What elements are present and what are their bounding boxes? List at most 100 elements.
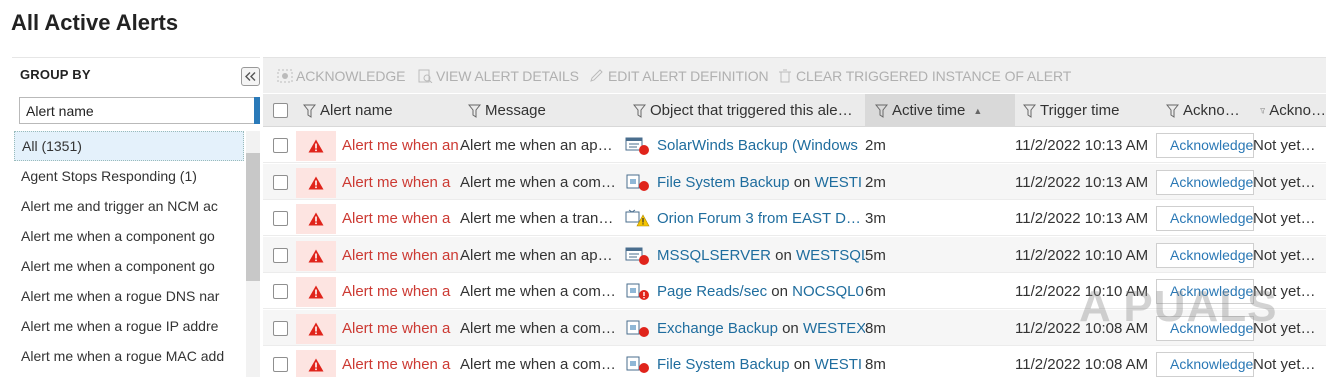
object-on-text: on	[777, 319, 803, 337]
filter-icon[interactable]	[468, 104, 481, 118]
acknowledge-button[interactable]: ACKNOWLEDGE	[277, 68, 405, 84]
alert-name-link[interactable]: Alert me when a	[342, 273, 460, 309]
groupby-item[interactable]: Alert me and trigger an NCM ac	[14, 191, 244, 221]
row-checkbox-cell[interactable]	[273, 346, 293, 377]
component-icon	[625, 173, 649, 191]
object-link[interactable]: Exchange Backup	[657, 320, 778, 337]
dropdown-arrow-icon[interactable]	[254, 97, 260, 124]
row-checkbox-cell[interactable]	[273, 164, 293, 200]
clear-triggered-instance-button[interactable]: CLEAR TRIGGERED INSTANCE OF ALERT	[777, 68, 1071, 84]
acknowledge-link[interactable]: Acknowledge	[1156, 206, 1254, 231]
column-active-time[interactable]: Active time ▲	[865, 94, 1015, 127]
triggering-object: File System Backup on WESTI	[625, 346, 865, 377]
view-alert-details-button[interactable]: VIEW ALERT DETAILS	[417, 68, 579, 84]
alert-name-link[interactable]: Alert me when a	[342, 346, 460, 377]
select-all-checkbox[interactable]	[273, 103, 288, 118]
active-time: 5m	[865, 246, 886, 264]
row-checkbox[interactable]	[273, 174, 288, 190]
filter-icon[interactable]	[1260, 104, 1266, 118]
table-row[interactable]: Alert me when a Alert me when a com… File …	[263, 164, 1326, 200]
active-time: 2m	[865, 173, 886, 191]
column-acknowledged-by[interactable]: Ackno…	[1260, 94, 1326, 127]
groupby-item[interactable]: Alert me when a component go	[14, 251, 244, 281]
filter-icon[interactable]	[303, 104, 316, 118]
acknowledge-link[interactable]: Acknowledge	[1156, 170, 1254, 195]
object-link[interactable]: Orion Forum 3 from EAST D…	[657, 210, 861, 227]
acknowledged-by: Not yet…	[1253, 355, 1316, 373]
row-checkbox-cell[interactable]	[273, 310, 293, 346]
groupby-item[interactable]: Alert me when a rogue IP addre	[14, 311, 244, 341]
alert-name-link[interactable]: Alert me when an	[342, 127, 460, 163]
warning-triangle-icon	[308, 139, 324, 153]
groupby-select[interactable]: Alert name	[19, 97, 260, 124]
row-checkbox[interactable]	[273, 210, 288, 226]
groupby-item[interactable]: Agent Stops Responding (1)	[14, 161, 244, 191]
edit-alert-definition-button[interactable]: EDIT ALERT DEFINITION	[589, 68, 769, 84]
collapse-panel-button[interactable]	[241, 67, 260, 86]
triggering-object: SolarWinds Backup (Windows	[625, 127, 865, 163]
node-link[interactable]: WESTSQL0	[796, 247, 865, 264]
filter-icon[interactable]	[875, 104, 888, 118]
row-checkbox-cell[interactable]	[273, 273, 293, 309]
groupby-item[interactable]: Alert me when a rogue MAC add	[14, 341, 244, 371]
warning-triangle-icon	[308, 249, 324, 263]
filter-icon[interactable]	[1166, 104, 1179, 118]
table-row[interactable]: Alert me when a Alert me when a com… File …	[263, 346, 1326, 377]
alerts-toolbar: ACKNOWLEDGE VIEW ALERT DETAILS EDIT ALER…	[263, 57, 1326, 93]
groupby-scrollbar[interactable]	[246, 131, 260, 377]
object-link[interactable]: MSSQLSERVER	[657, 247, 771, 264]
warning-triangle-icon	[308, 212, 324, 226]
row-checkbox-cell[interactable]	[273, 127, 293, 163]
alert-name-link[interactable]: Alert me when an	[342, 237, 460, 273]
column-trigger-time[interactable]: Trigger time	[1023, 94, 1163, 127]
triggering-object: File System Backup on WESTI	[625, 164, 865, 200]
filter-icon[interactable]	[1023, 104, 1036, 118]
row-checkbox[interactable]	[273, 356, 288, 372]
table-row[interactable]: Alert me when a Alert me when a tran… Orio…	[263, 200, 1326, 236]
acknowledge-link[interactable]: Acknowledge	[1156, 352, 1254, 377]
row-checkbox[interactable]	[273, 320, 288, 336]
node-link[interactable]: NOCSQL0	[792, 283, 864, 300]
column-object[interactable]: Object that triggered this ale…	[633, 94, 865, 127]
row-checkbox-cell[interactable]	[273, 237, 293, 273]
acknowledge-link[interactable]: Acknowledge	[1156, 243, 1254, 268]
node-link[interactable]: WESTI	[815, 174, 863, 191]
row-checkbox[interactable]	[273, 137, 288, 153]
table-row[interactable]: Alert me when an Alert me when an ap… Sola…	[263, 127, 1326, 163]
filter-icon[interactable]	[633, 104, 646, 118]
column-acknowledge[interactable]: Ackno…	[1166, 94, 1256, 127]
groupby-scrollbar-thumb[interactable]	[246, 153, 260, 281]
object-on-text: on	[767, 282, 793, 300]
alert-name-link[interactable]: Alert me when a	[342, 310, 460, 346]
row-checkbox-cell[interactable]	[273, 200, 293, 236]
page-title: All Active Alerts	[11, 10, 179, 35]
acknowledge-label: ACKNOWLEDGE	[296, 68, 406, 84]
object-link[interactable]: Page Reads/sec	[657, 283, 767, 300]
table-row[interactable]: Alert me when an Alert me when an ap… MSSQ…	[263, 237, 1326, 273]
select-all-checkbox-cell[interactable]	[273, 94, 293, 127]
groupby-item[interactable]: All (1351)	[14, 131, 244, 161]
watermark: A PUALS	[1079, 282, 1278, 331]
column-message[interactable]: Message	[468, 94, 628, 127]
active-time: 2m	[865, 136, 886, 154]
row-checkbox[interactable]	[273, 283, 288, 299]
groupby-item[interactable]: Alert me when a component go	[14, 221, 244, 251]
object-link[interactable]: File System Backup	[657, 174, 790, 191]
alert-message: Alert me when a com…	[460, 319, 616, 337]
alert-name-link[interactable]: Alert me when a	[342, 200, 460, 236]
acknowledged-by: Not yet…	[1253, 246, 1316, 264]
component-icon	[625, 355, 649, 373]
node-link[interactable]: WESTI	[815, 356, 863, 373]
object-link[interactable]: File System Backup	[657, 356, 790, 373]
object-link[interactable]: SolarWinds Backup (Windows	[657, 137, 858, 154]
groupby-header: GROUP BY	[12, 58, 260, 92]
alert-name-link[interactable]: Alert me when a	[342, 164, 460, 200]
triggering-object: Orion Forum 3 from EAST D…	[625, 200, 865, 236]
column-alert-name[interactable]: Alert name	[303, 94, 463, 127]
node-link[interactable]: WESTEX	[803, 320, 865, 337]
trigger-time: 11/2/2022 10:13 AM	[1015, 173, 1149, 191]
acknowledge-link[interactable]: Acknowledge	[1156, 133, 1254, 158]
triggering-object: Exchange Backup on WESTEX	[625, 310, 865, 346]
row-checkbox[interactable]	[273, 247, 288, 263]
groupby-item[interactable]: Alert me when a rogue DNS nar	[14, 281, 244, 311]
